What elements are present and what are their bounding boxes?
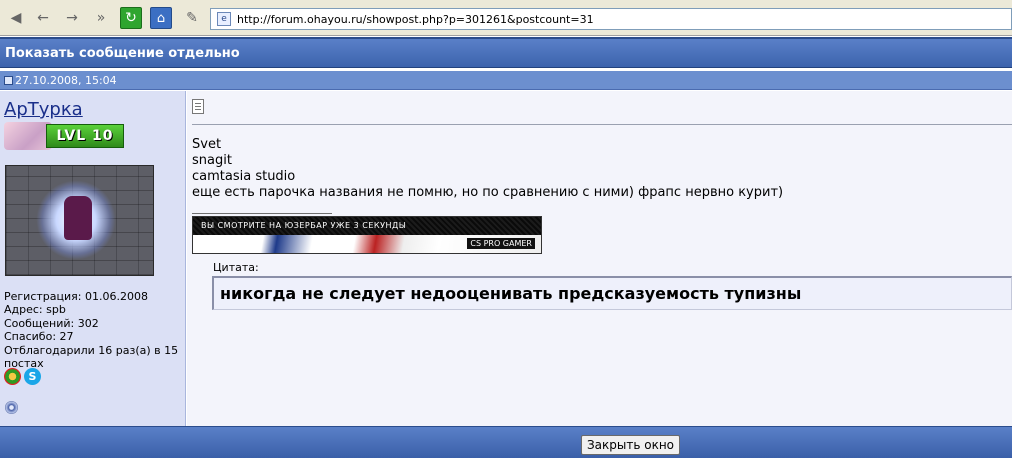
double-forward-icon[interactable]: » — [89, 7, 113, 29]
post-icon — [4, 75, 13, 85]
level-badge: LVL 10 — [46, 124, 124, 148]
user-address: Адрес: spb — [4, 303, 66, 317]
footer-bar: Закрыть окно — [0, 426, 1012, 458]
refresh-icon[interactable]: ↻ — [120, 7, 142, 29]
signature-userbar: ВЫ СМОТРИТЕ НА ЮЗЕРБАР УЖЕ 3 СЕКУНДЫ CS … — [192, 216, 542, 254]
username-link[interactable]: АрТурка — [4, 99, 83, 120]
quote-label: Цитата: — [213, 261, 259, 274]
post-line: Svet — [192, 137, 222, 152]
page-icon: e — [217, 12, 231, 26]
user-thanked: Отблагодарили 16 раз(а) в 15 постах — [4, 343, 179, 371]
document-icon — [192, 99, 204, 114]
user-stats: Регистрация: 01.06.2008 Адрес: spb Сообщ… — [4, 290, 182, 370]
signature-divider — [192, 213, 332, 214]
forward-icon[interactable]: → — [60, 7, 84, 29]
page-title: Показать сообщение отдельно — [0, 37, 1012, 68]
post-body: Svet snagit camtasia studio еще есть пар… — [187, 91, 1012, 426]
address-url[interactable]: http://forum.ohayou.ru/showpost.php?p=30… — [237, 13, 594, 26]
userbar-text: ВЫ СМОТРИТЕ НА ЮЗЕРБАР УЖЕ 3 СЕКУНДЫ — [201, 221, 407, 230]
back-arrow-icon[interactable]: ← — [31, 7, 55, 29]
contact-icons: S — [4, 368, 41, 385]
user-thanks: Спасибо: 27 — [4, 330, 74, 344]
address-bar[interactable]: e http://forum.ohayou.ru/showpost.php?p=… — [210, 8, 1012, 30]
edit-icon[interactable]: ✎ — [180, 7, 204, 29]
userbar-brand: CS PRO GAMER — [467, 238, 535, 249]
skype-icon[interactable]: S — [24, 368, 41, 385]
user-info-panel: АрТурка LVL 10 Регистрация: 01.06.2008 А… — [0, 91, 186, 426]
user-post-count: Сообщений: 302 — [4, 316, 99, 330]
anime-girl-image — [4, 122, 52, 150]
home-icon[interactable]: ⌂ — [150, 7, 172, 29]
level-userbar: LVL 10 — [4, 122, 124, 150]
close-window-button[interactable]: Закрыть окно — [581, 435, 680, 455]
post-date-bar: 27.10.2008, 15:04 — [0, 71, 1012, 90]
post-line: camtasia studio — [192, 169, 296, 184]
post-date: 27.10.2008, 15:04 — [15, 73, 117, 87]
post-line: еще есть парочка названия не помню, но п… — [192, 185, 784, 200]
quote-box: никогда не следует недооценивать предска… — [212, 276, 1012, 310]
post-line: snagit — [192, 153, 232, 168]
avatar-figure — [64, 196, 92, 240]
post-text: Svet snagit camtasia studio еще есть пар… — [192, 137, 783, 201]
browser-toolbar: ◀ ← → » ↻ ⌂ ✎ e http://forum.ohayou.ru/s… — [0, 0, 1012, 36]
offline-status-icon — [5, 401, 18, 414]
back-icon[interactable]: ◀ — [4, 7, 28, 29]
user-registration: Регистрация: 01.06.2008 — [4, 290, 148, 303]
post-divider — [192, 124, 1012, 125]
icq-icon[interactable] — [4, 368, 21, 385]
avatar — [5, 165, 154, 276]
